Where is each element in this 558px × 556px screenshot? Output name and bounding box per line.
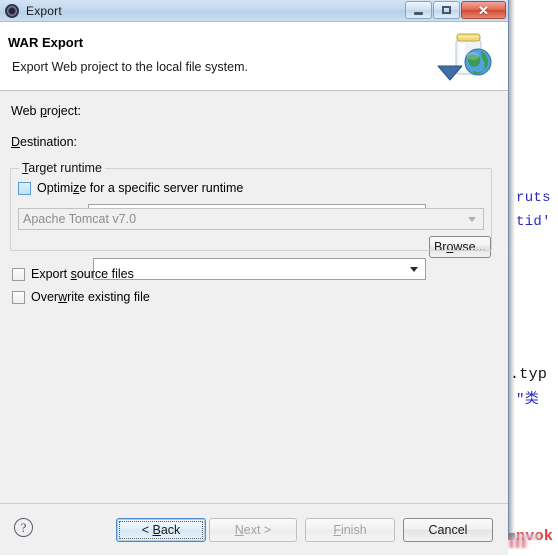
overwrite-existing-file-checkbox[interactable] xyxy=(12,290,25,304)
chevron-down-icon xyxy=(410,267,418,272)
code-fragment-typ: .typ xyxy=(510,366,548,383)
code-fragment-chinese-string: "类 xyxy=(516,392,540,408)
destination-row: Destination: xyxy=(11,135,77,149)
overwrite-existing-file-label: Overwrite existing file xyxy=(31,290,150,304)
export-source-files-checkbox[interactable] xyxy=(12,267,25,281)
runtime-combo: Apache Tomcat v7.0 xyxy=(18,208,484,230)
destination-combo[interactable] xyxy=(93,258,426,280)
next-button: Next > xyxy=(209,518,297,542)
window-controls: ✕ xyxy=(405,1,506,19)
close-icon: ✕ xyxy=(478,2,489,18)
web-project-row: Web project: xyxy=(11,104,81,118)
back-button[interactable]: < Back xyxy=(116,518,206,542)
export-source-files-label: Export source files xyxy=(31,267,134,281)
runtime-value: Apache Tomcat v7.0 xyxy=(23,212,137,226)
page-title: WAR Export xyxy=(8,35,84,50)
maximize-button[interactable] xyxy=(433,1,460,19)
code-fragment-tid: tid' xyxy=(516,214,551,230)
export-source-files-row[interactable]: Export source files xyxy=(12,267,134,281)
web-project-label: Web project: xyxy=(11,104,81,118)
target-runtime-group: Target runtime Optimize for a specific s… xyxy=(10,161,492,251)
optimize-runtime-checkbox-row[interactable]: Optimize for a specific server runtime xyxy=(18,181,243,195)
export-icon xyxy=(4,3,20,19)
maximize-icon xyxy=(442,6,451,14)
dialog-titlebar[interactable]: Export ✕ xyxy=(0,0,508,22)
target-runtime-group-label: Target runtime xyxy=(19,161,105,175)
destination-label: Destination: xyxy=(11,135,78,149)
dialog-title: Export xyxy=(26,3,62,18)
optimize-runtime-checkbox[interactable] xyxy=(18,181,31,195)
dialog-footer: ? < Back Next > Finish Cancel xyxy=(0,503,508,555)
minimize-icon xyxy=(414,11,423,15)
page-description: Export Web project to the local file sys… xyxy=(12,60,248,74)
export-dialog: Export ✕ WAR Export Export Web project t… xyxy=(0,0,509,555)
dialog-header: WAR Export Export Web project to the loc… xyxy=(0,22,508,91)
cancel-button[interactable]: Cancel xyxy=(403,518,493,542)
help-icon[interactable]: ? xyxy=(14,518,33,537)
chevron-down-icon xyxy=(468,217,476,222)
optimize-runtime-label: Optimize for a specific server runtime xyxy=(37,181,244,195)
minimize-button[interactable] xyxy=(405,1,432,19)
war-export-banner-icon xyxy=(437,33,492,81)
close-button[interactable]: ✕ xyxy=(461,1,506,19)
finish-button: Finish xyxy=(305,518,395,542)
dialog-body: Web project: Destination: Br o wse... Targ… xyxy=(0,91,508,503)
overwrite-existing-file-row[interactable]: Overwrite existing file xyxy=(12,290,150,304)
code-fragment-ruts: ruts xyxy=(516,190,551,206)
